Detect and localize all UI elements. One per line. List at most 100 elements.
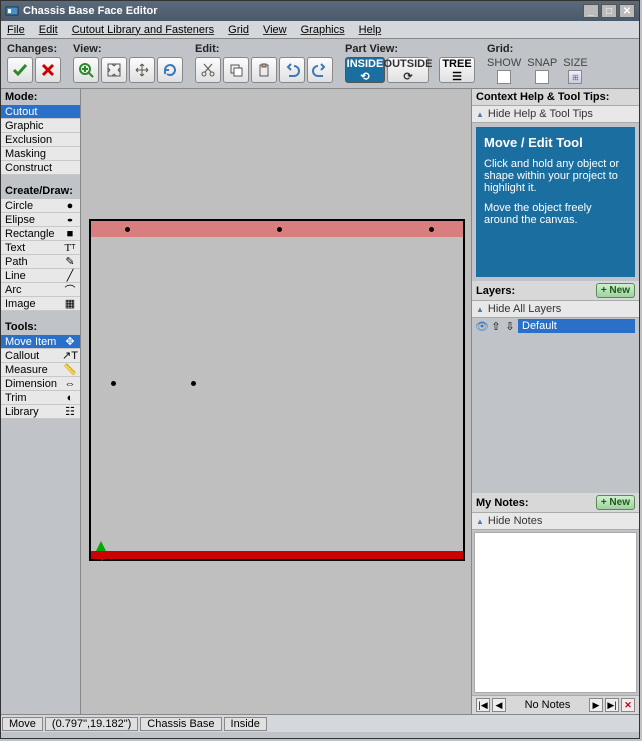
- cancel-button[interactable]: [35, 57, 61, 83]
- inside-view-button[interactable]: INSIDE⟲: [345, 57, 385, 83]
- line-icon: ╱: [64, 270, 76, 282]
- library-icon: ☷: [64, 406, 76, 418]
- layer-name[interactable]: Default: [518, 319, 635, 333]
- note-first-button[interactable]: |◀: [476, 698, 490, 712]
- origin-y-arrow: [96, 541, 106, 551]
- menu-graphics[interactable]: Graphics: [301, 24, 345, 36]
- grid-show-checkbox[interactable]: [497, 70, 511, 84]
- minimize-button[interactable]: _: [583, 4, 599, 18]
- tool-trim[interactable]: Trim◐: [1, 391, 80, 405]
- create-arc[interactable]: Arc⌒: [1, 283, 80, 297]
- copy-button[interactable]: [223, 57, 249, 83]
- create-path[interactable]: Path✎: [1, 255, 80, 269]
- tool-library[interactable]: Library☷: [1, 405, 80, 419]
- mode-header: Mode:: [1, 89, 80, 105]
- notes-textarea[interactable]: [474, 532, 637, 693]
- refresh-button[interactable]: [157, 57, 183, 83]
- vertex-dot[interactable]: [125, 227, 130, 232]
- mode-construct[interactable]: Construct: [1, 161, 80, 175]
- mode-masking[interactable]: Masking: [1, 147, 80, 161]
- status-mode: Move: [2, 717, 43, 731]
- note-prev-button[interactable]: ◀: [492, 698, 506, 712]
- path-icon: ✎: [64, 256, 76, 268]
- arc-icon: ⌒: [64, 284, 76, 296]
- layers-header: Layers:: [476, 285, 515, 297]
- tool-tip-box: Move / Edit Tool Click and hold any obje…: [476, 127, 635, 277]
- tool-measure[interactable]: Measure📏: [1, 363, 80, 377]
- context-help-header: Context Help & Tool Tips:: [476, 91, 609, 103]
- measure-icon: 📏: [64, 364, 76, 376]
- app-icon: [5, 4, 19, 18]
- tip-paragraph-1: Click and hold any object or shape withi…: [484, 158, 627, 194]
- hide-layers-toggle[interactable]: ▲Hide All Layers: [472, 301, 639, 318]
- tool-move-item[interactable]: Move Item✥: [1, 335, 80, 349]
- tool-dimension[interactable]: Dimension⇔: [1, 377, 80, 391]
- create-text[interactable]: TextTT: [1, 241, 80, 255]
- menu-file[interactable]: File: [7, 24, 25, 36]
- grid-size-button[interactable]: ⊞: [568, 70, 582, 84]
- vertex-dot[interactable]: [111, 381, 116, 386]
- menu-help[interactable]: Help: [359, 24, 382, 36]
- cut-button[interactable]: [195, 57, 221, 83]
- canvas[interactable]: [81, 89, 471, 714]
- grid-snap-label: SNAP: [527, 57, 557, 69]
- changes-label: Changes:: [7, 43, 61, 55]
- grid-label: Grid:: [487, 43, 588, 55]
- note-last-button[interactable]: ▶|: [605, 698, 619, 712]
- mode-cutout[interactable]: Cutout: [1, 105, 80, 119]
- tip-paragraph-2: Move the object freely around the canvas…: [484, 202, 627, 226]
- create-rectangle[interactable]: Rectangle■: [1, 227, 80, 241]
- hide-tips-toggle[interactable]: ▲Hide Help & Tool Tips: [472, 106, 639, 123]
- window-title: Chassis Base Face Editor: [23, 5, 158, 17]
- eye-icon[interactable]: 👁: [476, 320, 488, 332]
- move-down-icon[interactable]: ⇩: [504, 320, 516, 332]
- create-circle[interactable]: Circle●: [1, 199, 80, 213]
- vertex-dot[interactable]: [277, 227, 282, 232]
- menu-cutout-library[interactable]: Cutout Library and Fasteners: [72, 24, 214, 36]
- layer-row-default[interactable]: 👁 ⇧ ⇩ Default: [472, 318, 639, 334]
- vertex-dot[interactable]: [429, 227, 434, 232]
- callout-icon: ↗T: [64, 350, 76, 362]
- image-icon: ▦: [64, 298, 76, 310]
- collapse-icon: ▲: [476, 305, 484, 314]
- notes-header: My Notes:: [476, 497, 529, 509]
- mode-exclusion[interactable]: Exclusion: [1, 133, 80, 147]
- status-side: Inside: [224, 717, 267, 731]
- redo-button[interactable]: [307, 57, 333, 83]
- grid-snap-checkbox[interactable]: [535, 70, 549, 84]
- grid-size-label: SIZE: [563, 57, 587, 69]
- origin-x-arrow: [101, 551, 111, 561]
- menu-grid[interactable]: Grid: [228, 24, 249, 36]
- chassis-face-outline[interactable]: [89, 219, 465, 561]
- hide-notes-toggle[interactable]: ▲Hide Notes: [472, 513, 639, 530]
- new-layer-button[interactable]: + New: [596, 283, 635, 298]
- collapse-icon: ▲: [476, 110, 484, 119]
- tree-button[interactable]: TREE☰: [439, 57, 475, 83]
- note-next-button[interactable]: ▶: [589, 698, 603, 712]
- close-button[interactable]: ✕: [619, 4, 635, 18]
- undo-button[interactable]: [279, 57, 305, 83]
- outside-view-button[interactable]: OUTSIDE⟳: [387, 57, 429, 83]
- create-header: Create/Draw:: [1, 183, 80, 199]
- new-note-button[interactable]: + New: [596, 495, 635, 510]
- collapse-icon: ▲: [476, 517, 484, 526]
- selected-edge-bottom[interactable]: [91, 551, 463, 559]
- vertex-dot[interactable]: [191, 381, 196, 386]
- menu-view[interactable]: View: [263, 24, 287, 36]
- note-delete-button[interactable]: ✕: [621, 698, 635, 712]
- rectangle-icon: ■: [64, 228, 76, 240]
- create-image[interactable]: Image▦: [1, 297, 80, 311]
- status-part: Chassis Base: [140, 717, 221, 731]
- move-up-icon[interactable]: ⇧: [490, 320, 502, 332]
- create-elipse[interactable]: Elipse●: [1, 213, 80, 227]
- tool-callout[interactable]: Callout↗T: [1, 349, 80, 363]
- zoom-in-button[interactable]: [73, 57, 99, 83]
- mode-graphic[interactable]: Graphic: [1, 119, 80, 133]
- pan-button[interactable]: [129, 57, 155, 83]
- tip-title: Move / Edit Tool: [484, 135, 627, 150]
- menu-edit[interactable]: Edit: [39, 24, 58, 36]
- zoom-fit-button[interactable]: [101, 57, 127, 83]
- accept-button[interactable]: [7, 57, 33, 83]
- maximize-button[interactable]: □: [601, 4, 617, 18]
- paste-button[interactable]: [251, 57, 277, 83]
